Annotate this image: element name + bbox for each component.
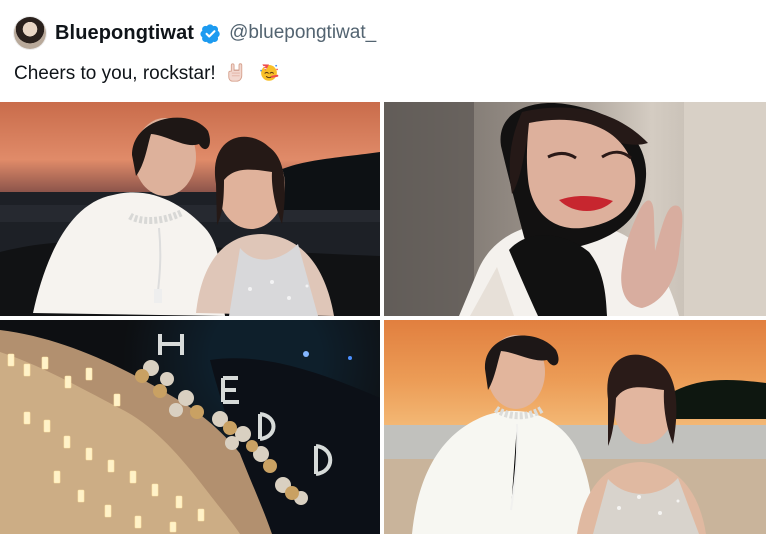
partying-face-emoji-icon bbox=[260, 64, 279, 81]
rock-on-hand-emoji-icon bbox=[228, 63, 243, 82]
tweet-text-body: Cheers to you, rockstar! bbox=[14, 63, 216, 84]
tweet-text: Cheers to you, rockstar! bbox=[14, 61, 280, 86]
photo-beach-sunset-couple[interactable] bbox=[0, 102, 380, 316]
user-handle[interactable]: @bluepongtiwat_ bbox=[229, 22, 376, 44]
photo-selfie-rock-hand[interactable] bbox=[384, 102, 766, 316]
profile-avatar[interactable] bbox=[14, 17, 46, 49]
photo-candles-balloons[interactable] bbox=[0, 320, 380, 534]
photo-beach-golden-hour-couple[interactable] bbox=[384, 320, 766, 534]
verified-badge-icon bbox=[200, 23, 220, 44]
display-name[interactable]: Bluepongtiwat bbox=[55, 22, 194, 45]
tweet-header: Bluepongtiwat @bluepongtiwat_ bbox=[14, 16, 376, 50]
tweet-media-grid bbox=[0, 102, 766, 534]
